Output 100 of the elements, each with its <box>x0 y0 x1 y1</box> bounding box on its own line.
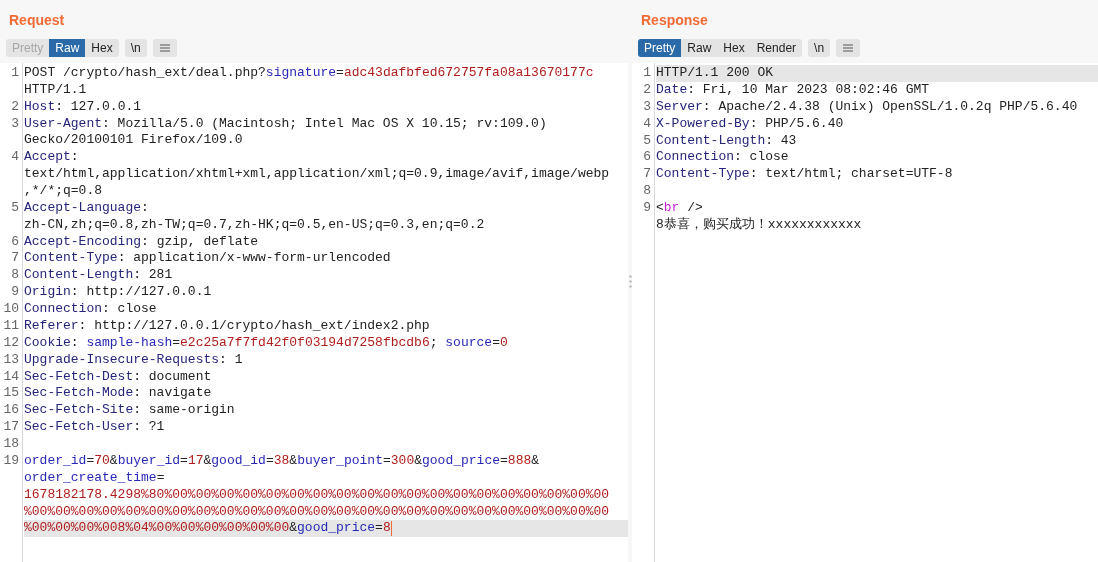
code-token: Cookie <box>24 334 71 352</box>
code-token: : http://127.0.0.1 <box>70 284 212 302</box>
code-token: : 43 <box>765 132 797 150</box>
code-token: good_id <box>211 453 266 470</box>
code-token: Host <box>24 98 56 116</box>
code-token: = <box>500 453 508 470</box>
panel-title: Request <box>8 11 66 30</box>
line-number: 3 <box>11 115 19 133</box>
view-tab[interactable]: Raw <box>49 39 86 57</box>
line-number: 3 <box>643 98 651 116</box>
view-tab[interactable]: Render <box>750 39 803 57</box>
line-number: 7 <box>643 166 651 184</box>
menu-button[interactable] <box>836 39 861 57</box>
code-token: = <box>265 453 274 470</box>
code-token: : ?1 <box>133 419 165 437</box>
code-token: Sec-Fetch-Dest <box>24 368 134 386</box>
view-tab[interactable]: Raw <box>681 39 718 57</box>
code-token: 888 <box>507 453 532 470</box>
code-token: User-Agent <box>24 115 102 133</box>
code-token: & <box>203 453 212 470</box>
line-number: 1 <box>11 65 19 82</box>
code-token: Sec-Fetch-User <box>24 419 134 437</box>
newline-toggle[interactable]: \n <box>808 39 831 57</box>
code-token: = <box>492 334 500 352</box>
code-token: Accept-Language <box>24 199 142 217</box>
code-token: 70 <box>94 453 110 470</box>
code-token: Gecko/20100101 Firefox/109.0 <box>24 132 243 150</box>
line-number: 1 <box>643 65 651 82</box>
code-token: 300 <box>390 453 415 470</box>
code-token: HTTP/1.1 200 OK <box>656 65 774 82</box>
code-token: signature <box>265 65 337 82</box>
line-number: 4 <box>11 149 19 167</box>
code-token: : Fri, 10 Mar 2023 08:02:46 GMT <box>687 81 930 99</box>
code-token: Referer <box>24 318 79 335</box>
line-number: 18 <box>3 436 19 453</box>
code-token: : <box>141 199 149 217</box>
code-token: : close <box>734 149 789 167</box>
code-token: & <box>109 453 118 470</box>
code-token: good_price <box>297 520 376 538</box>
code-token: buyer_point <box>297 453 383 470</box>
line-number: 8 <box>11 267 19 285</box>
line-number: 17 <box>3 419 19 437</box>
newline-toggle[interactable]: \n <box>124 39 147 57</box>
code-token: : close <box>102 301 157 318</box>
code-token: : <box>70 334 80 352</box>
code-token: Sec-Fetch-Mode <box>24 385 134 403</box>
line-number: 6 <box>643 149 651 167</box>
code-token: %00%00%00%008%04%00%00%00%00%00%00 <box>24 520 290 538</box>
code-token: : application/x-www-form-urlencoded <box>117 250 391 268</box>
code-token: : http://127.0.0.1/crypto/hash_ext/index2.php <box>78 318 430 335</box>
code-token: : text/html; charset=UTF-8 <box>749 166 953 184</box>
line-number: 11 <box>3 318 19 335</box>
code-token: = <box>172 334 181 352</box>
drag-handle-icon[interactable] <box>628 274 632 288</box>
view-tab[interactable]: Hex <box>85 39 119 57</box>
code-token: %00%00%00%00%00%00%00%00%00%00%00%00%00%00%00%00%00%00%00%00%00%00%00%00%00 <box>24 503 610 521</box>
line-number: 5 <box>11 199 19 217</box>
line-number: 19 <box>3 453 19 470</box>
line-number: 15 <box>3 385 19 403</box>
code-token: Server <box>656 98 703 116</box>
code-token: buyer_id <box>117 453 181 470</box>
line-number: 2 <box>11 98 19 116</box>
code-token: order_id <box>24 453 87 470</box>
code-token: Upgrade-Insecure-Requests <box>24 351 220 369</box>
code-token: 0 <box>499 334 508 352</box>
code-token: sample-hash <box>86 334 173 352</box>
code-token: : PHP/5.6.40 <box>749 115 844 133</box>
code-token: & <box>289 453 298 470</box>
code-token: = <box>156 469 165 487</box>
code-token: 8 <box>382 520 391 538</box>
code-token: adc43dafbfed672757fa08a13670177c <box>343 65 594 82</box>
menu-icon <box>159 44 170 52</box>
line-number: 9 <box>11 284 19 302</box>
code-token: Date <box>656 81 688 99</box>
view-tab[interactable]: Hex <box>717 39 751 57</box>
code-token: 8恭喜，购买成功！xxxxxxxxxxxx <box>656 216 862 234</box>
line-number: 13 <box>3 351 19 369</box>
line-number: 2 <box>643 81 651 99</box>
code-token: : gzip, deflate <box>141 233 259 251</box>
line-number: 10 <box>3 301 19 318</box>
line-number: 5 <box>643 132 651 150</box>
code-token: source <box>445 334 493 352</box>
code-token: Connection <box>24 301 102 318</box>
view-tab[interactable]: Pretty <box>638 39 682 57</box>
code-token: zh-CN,zh;q=0.8,zh-TW;q=0.7,zh-HK;q=0.5,en-US;q=0.3,en;q=0.2 <box>24 216 485 234</box>
code-token: Accept <box>24 149 71 167</box>
code-token: 38 <box>273 453 290 470</box>
menu-icon <box>843 44 854 52</box>
code-token: good_price <box>422 453 501 470</box>
code-token: Content-Length <box>24 267 134 285</box>
code-token: : same-origin <box>133 402 235 420</box>
code-token: : <box>70 149 79 167</box>
code-token: text/html,application/xhtml+xml,application/xml;q=0.9,image/avif,image/webp <box>24 166 610 184</box>
code-token: Content-Length <box>656 132 766 150</box>
code-token: /> <box>686 200 703 217</box>
code-token: POST /crypto/hash_ext/deal.php? <box>24 65 266 82</box>
line-number: 12 <box>3 334 19 352</box>
line-number: 14 <box>3 368 19 386</box>
menu-button[interactable] <box>152 39 177 57</box>
code-token: & <box>289 520 298 538</box>
